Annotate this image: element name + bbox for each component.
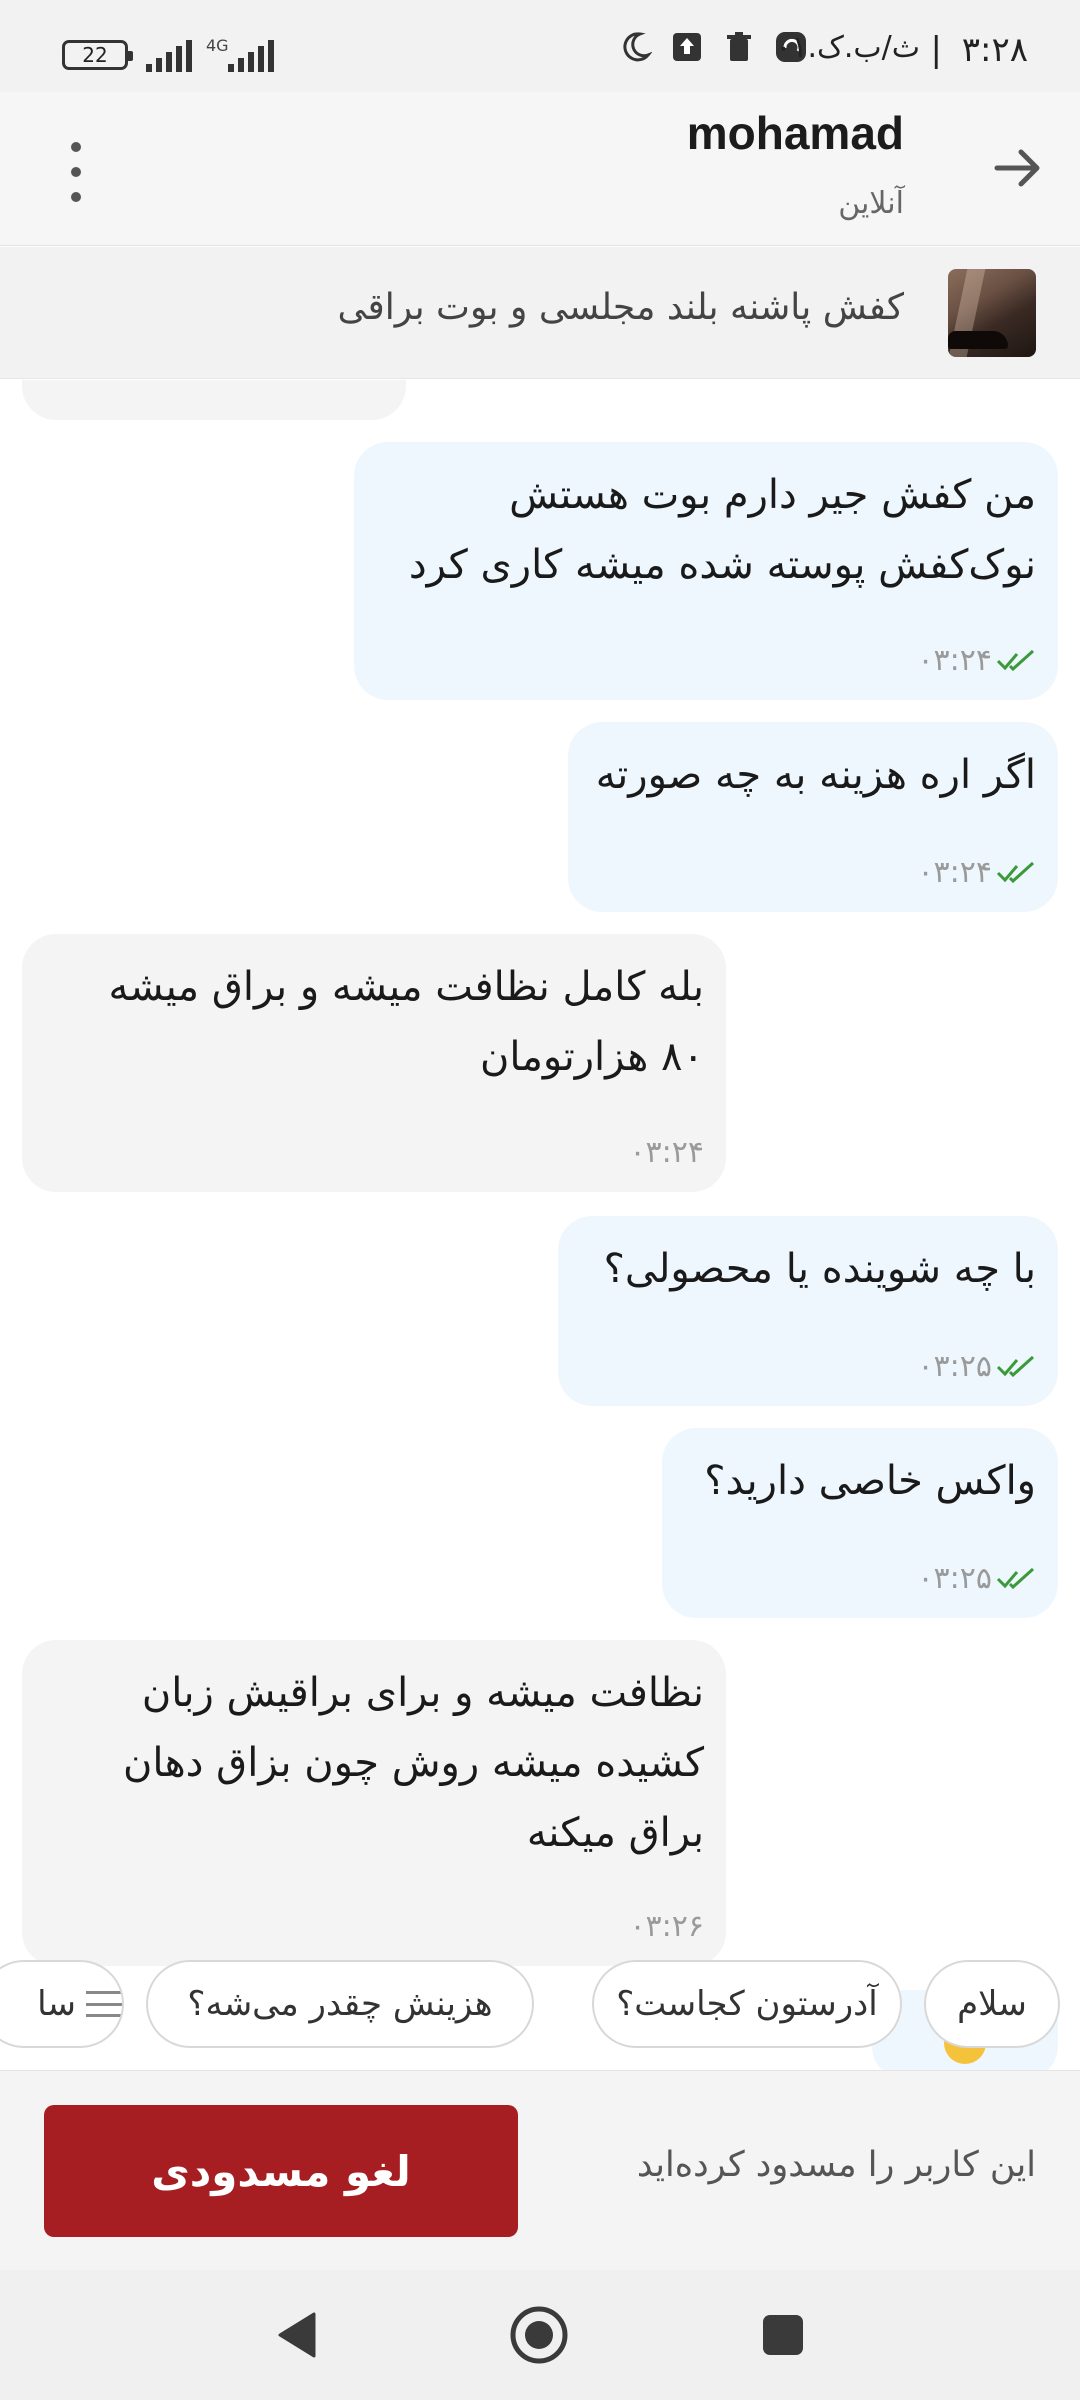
double-check-icon bbox=[996, 1355, 1035, 1377]
message-text: نظافت میشه و برای براقیش زبان کشیده میشه… bbox=[123, 1670, 704, 1856]
trash-icon bbox=[727, 32, 751, 61]
product-title: کفش پاشنه بلند مجلسی و بوت براقی bbox=[337, 287, 904, 328]
status-separator: | bbox=[930, 30, 942, 70]
contact-name[interactable]: mohamad bbox=[687, 106, 904, 160]
message-meta: ۰۳:۲۵ bbox=[917, 1561, 1036, 1596]
message-text: بله کامل نظافت میشه و براق میشه ۸۰ هزارت… bbox=[108, 964, 704, 1080]
product-thumbnail[interactable] bbox=[948, 269, 1036, 357]
message-text: واکس خاصی دارید؟ bbox=[704, 1458, 1036, 1504]
more-vertical-icon bbox=[71, 142, 81, 152]
signal-icon-sim2 bbox=[228, 36, 274, 72]
upload-icon bbox=[673, 33, 701, 61]
message-bubble-outgoing[interactable]: واکس خاصی دارید؟ ۰۳:۲۵ bbox=[662, 1428, 1058, 1618]
message-time: ۰۳:۲۴ bbox=[917, 643, 992, 678]
message-text: با چه شوینده یا محصولی؟ bbox=[603, 1246, 1036, 1292]
more-options-button[interactable] bbox=[56, 142, 96, 202]
message-bubble-incoming[interactable]: نظافت میشه و برای براقیش زبان کشیده میشه… bbox=[22, 1640, 726, 1966]
message-bubble-incoming[interactable]: بله کامل نظافت میشه و براق میشه ۸۰ هزارت… bbox=[22, 934, 726, 1192]
quick-reply-chip[interactable]: هزینش چقدر می‌شه؟ bbox=[146, 1960, 534, 2048]
arrow-right-icon bbox=[994, 149, 1040, 187]
double-check-icon bbox=[996, 861, 1035, 883]
list-icon bbox=[86, 1991, 122, 2017]
message-time: ۰۳:۲۴ bbox=[629, 1135, 704, 1170]
nav-back-button[interactable] bbox=[262, 2300, 332, 2370]
blocked-footer: این کاربر را مسدود کرده‌اید لغو مسدودی bbox=[0, 2070, 1080, 2270]
message-time: ۰۳:۲۶ bbox=[629, 1909, 704, 1944]
message-bubble-outgoing[interactable]: با چه شوینده یا محصولی؟ ۰۳:۲۵ bbox=[558, 1216, 1058, 1406]
signal-icon-sim1 bbox=[146, 36, 192, 72]
double-check-icon bbox=[996, 649, 1035, 671]
message-bubble-outgoing[interactable]: اگر اره هزینه به چه صورته ۰۳:۲۴ bbox=[568, 722, 1058, 912]
status-bar: 22 4G ث/ب.ک.۰۱ | ۳:۲۸ bbox=[0, 0, 1080, 92]
nav-home-button[interactable] bbox=[504, 2300, 574, 2370]
message-time: ۰۳:۲۵ bbox=[917, 1349, 992, 1384]
moon-icon bbox=[623, 32, 652, 62]
chat-header: mohamad آنلاین bbox=[0, 92, 1080, 246]
message-bubble-outgoing[interactable]: من کفش جیر دارم بوت هستش نوک‌کفش پوسته ش… bbox=[354, 442, 1058, 700]
double-check-icon bbox=[996, 1567, 1035, 1589]
unblock-button[interactable]: لغو مسدودی bbox=[44, 2105, 518, 2237]
triangle-back-icon bbox=[278, 2312, 316, 2358]
message-meta: ۰۳:۲۴ bbox=[629, 1135, 704, 1170]
circle-home-icon bbox=[510, 2306, 568, 2364]
quick-reply-label: سا bbox=[37, 1984, 76, 2024]
message-meta: ۰۳:۲۵ bbox=[917, 1349, 1036, 1384]
message-text: اگر اره هزینه به چه صورته bbox=[595, 752, 1036, 798]
square-recents-icon bbox=[763, 2315, 803, 2355]
message-bubble-partial[interactable] bbox=[22, 380, 406, 420]
message-time: ۰۳:۲۵ bbox=[917, 1561, 992, 1596]
quick-reply-chip-partial[interactable]: سا bbox=[0, 1960, 124, 2048]
message-meta: ۰۳:۲۶ bbox=[629, 1909, 704, 1944]
status-date: ث/ب.ک.۰۱ bbox=[775, 30, 920, 65]
message-list[interactable]: من کفش جیر دارم بوت هستش نوک‌کفش پوسته ش… bbox=[0, 380, 1080, 2070]
message-text: من کفش جیر دارم بوت هستش نوک‌کفش پوسته ش… bbox=[408, 472, 1036, 588]
battery-icon: 22 bbox=[62, 40, 133, 70]
blocked-notice: این کاربر را مسدود کرده‌اید bbox=[636, 2145, 1036, 2185]
status-time: ۳:۲۸ bbox=[961, 30, 1028, 70]
message-meta: ۰۳:۲۴ bbox=[917, 643, 1036, 678]
nav-recents-button[interactable] bbox=[748, 2300, 818, 2370]
system-nav-bar bbox=[0, 2270, 1080, 2400]
quick-reply-chip[interactable]: آدرستون کجاست؟ bbox=[592, 1960, 902, 2048]
quick-reply-chip[interactable]: سلام bbox=[924, 1960, 1060, 2048]
product-bar[interactable]: کفش پاشنه بلند مجلسی و بوت براقی bbox=[0, 247, 1080, 379]
network-type-label: 4G bbox=[206, 36, 229, 55]
back-button[interactable] bbox=[986, 136, 1050, 200]
contact-status: آنلاین bbox=[838, 186, 904, 221]
message-meta: ۰۳:۲۴ bbox=[917, 855, 1036, 890]
message-time: ۰۳:۲۴ bbox=[917, 855, 992, 890]
quick-replies: سلام آدرستون کجاست؟ هزینش چقدر می‌شه؟ سا bbox=[0, 1960, 1080, 2070]
